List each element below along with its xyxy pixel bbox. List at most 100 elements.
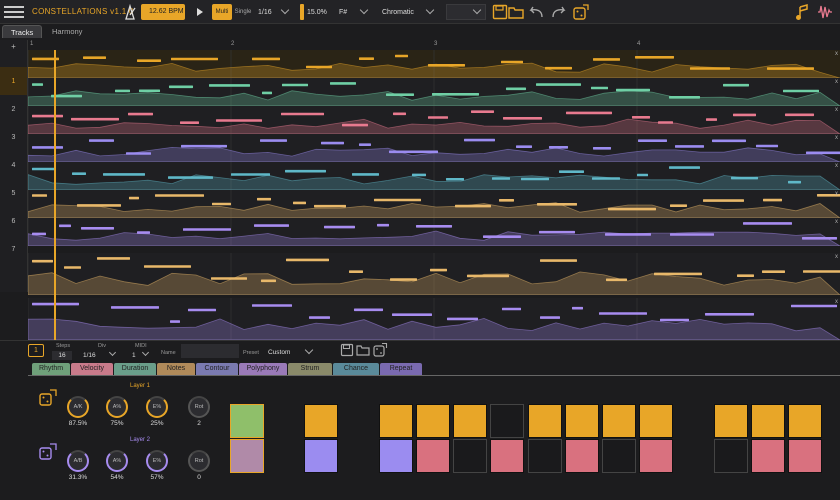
music-note-icon[interactable] [795,4,809,21]
layer1-dice-icon[interactable] [38,388,58,408]
playhead[interactable] [54,50,56,340]
step-cell[interactable] [230,439,264,473]
preset-select[interactable]: Custom [268,349,290,356]
redo-icon[interactable] [550,4,568,20]
randomize-dice-icon[interactable] [572,3,590,21]
step-cell[interactable] [378,439,413,473]
pattern-name-input[interactable] [181,344,239,358]
step-cell[interactable] [304,439,339,473]
step-cell[interactable] [453,404,488,438]
step-cell[interactable] [788,404,822,438]
param-tab-contour[interactable]: Contour [196,363,238,375]
param-tab-strum[interactable]: Strum [288,363,332,375]
remove-track-button[interactable]: x [835,79,838,85]
track-number[interactable]: 3 [0,123,27,151]
track-lane[interactable]: x [28,162,840,190]
mode-single-button[interactable]: Single [233,4,253,20]
step-cell[interactable] [750,439,785,473]
step-cell[interactable] [453,439,488,473]
track-lane[interactable]: x [28,253,840,295]
remove-track-button[interactable]: x [835,219,838,225]
key-select[interactable]: F# [339,9,347,16]
step-cell[interactable] [230,404,264,438]
track-number[interactable]: 6 [0,207,27,235]
preset-field[interactable] [446,4,486,20]
track-number[interactable]: 7 [0,235,27,263]
track-lane[interactable]: x [28,78,840,106]
layer-knob[interactable]: A/K [67,396,89,418]
step-cell[interactable] [527,439,562,473]
param-tab-velocity[interactable]: Velocity [71,363,113,375]
step-cell[interactable] [490,439,525,473]
step-cell[interactable] [750,404,785,438]
layer-knob[interactable]: A% [106,450,128,472]
metronome-icon[interactable] [122,4,138,20]
chevron-down-icon[interactable] [280,5,290,15]
layer-knob[interactable]: E% [146,396,168,418]
scale-select[interactable]: Chromatic [382,9,414,16]
layer-knob[interactable]: A% [106,396,128,418]
step-cell[interactable] [788,439,822,473]
step-cell[interactable] [416,439,450,473]
step-cell[interactable] [564,404,599,438]
add-track-button[interactable]: + [0,40,27,52]
step-cell[interactable] [378,404,413,438]
layer-knob[interactable]: A/B [67,450,89,472]
step-cell[interactable] [713,404,748,438]
track-number[interactable]: 1 [0,67,27,95]
swing-value[interactable]: 15.0% [307,9,327,16]
swing-slider-handle[interactable] [300,4,304,20]
div-select[interactable]: 1/16 [83,352,96,359]
track-number[interactable]: 5 [0,179,27,207]
param-tab-polyphony[interactable]: Polyphony [239,363,287,375]
undo-icon[interactable] [527,4,545,20]
step-cell[interactable] [713,439,748,473]
layer2-dice-icon[interactable] [38,442,58,462]
step-cell[interactable] [564,439,599,473]
track-lane[interactable]: x [28,50,840,78]
timeline-ruler[interactable]: 1 2 3 4 [28,40,840,50]
open-folder-icon[interactable] [356,343,370,357]
open-folder-icon[interactable] [508,4,524,20]
midi-select[interactable]: 1 [132,352,136,359]
track-number[interactable]: 4 [0,151,27,179]
track-lane[interactable]: x [28,134,840,162]
track-lanes[interactable]: x x x x x x x x x [28,50,840,340]
step-cell[interactable] [527,404,562,438]
save-icon[interactable] [340,343,354,357]
pattern-index[interactable]: 1 [28,344,44,357]
remove-track-button[interactable]: x [835,107,838,113]
mode-multi-button[interactable]: Multi [212,4,232,20]
track-lane[interactable]: x [28,218,840,246]
waveform-icon[interactable] [817,4,833,20]
param-tab-notes[interactable]: Notes [157,363,195,375]
play-icon[interactable] [196,8,204,16]
menu-icon[interactable] [4,3,24,21]
param-tab-chance[interactable]: Chance [333,363,379,375]
track-number[interactable]: 2 [0,95,27,123]
chevron-down-icon[interactable] [425,5,435,15]
chevron-down-icon[interactable] [359,5,369,15]
step-cell[interactable] [639,404,674,438]
remove-track-button[interactable]: x [835,163,838,169]
bpm-field[interactable]: 12.62 BPM [141,4,185,20]
param-tab-repeat[interactable]: Repeat [380,363,422,375]
param-tab-duration[interactable]: Duration [114,363,156,375]
tab-tracks[interactable]: Tracks [2,25,43,38]
track-lane[interactable]: x [28,298,840,340]
steps-field[interactable]: 16 [52,351,72,360]
tab-harmony[interactable]: Harmony [44,25,90,38]
remove-track-button[interactable]: x [835,51,838,57]
division-select[interactable]: 1/16 [258,9,272,16]
layer-knob[interactable]: Rot [188,396,210,418]
step-cell[interactable] [639,439,674,473]
remove-track-button[interactable]: x [835,254,838,260]
remove-track-button[interactable]: x [835,135,838,141]
remove-track-button[interactable]: x [835,299,838,305]
param-tab-rhythm[interactable]: Rhythm [32,363,70,375]
save-icon[interactable] [492,4,508,20]
step-cell[interactable] [304,404,339,438]
step-cell[interactable] [602,404,636,438]
remove-track-button[interactable]: x [835,191,838,197]
step-cell[interactable] [490,404,525,438]
